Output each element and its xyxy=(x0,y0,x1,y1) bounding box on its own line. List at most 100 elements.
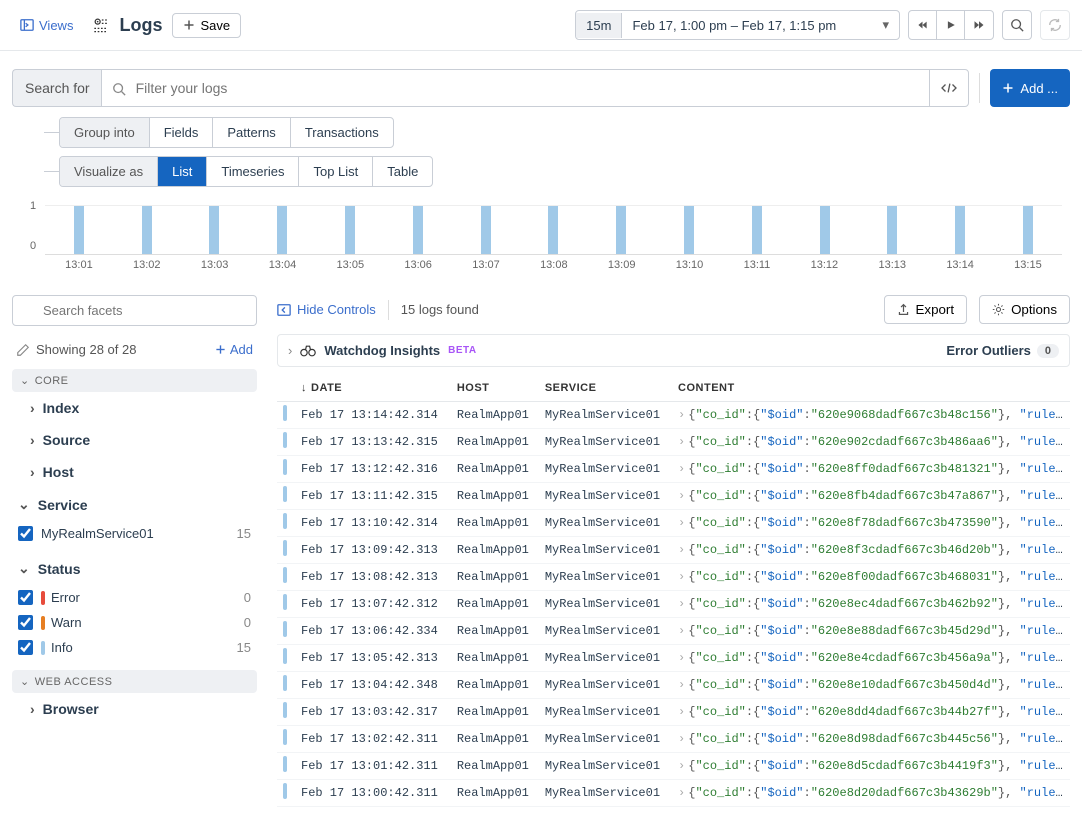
histogram-bar[interactable] xyxy=(209,206,219,254)
histogram-bar[interactable] xyxy=(752,206,762,254)
x-tick: 13:02 xyxy=(133,259,161,271)
histogram-bar[interactable] xyxy=(345,206,355,254)
cell-host: RealmApp01 xyxy=(451,483,539,510)
facet-status[interactable]: ⌄Status xyxy=(12,552,257,585)
table-row[interactable]: Feb 17 13:13:42.315 RealmApp01 MyRealmSe… xyxy=(277,429,1070,456)
histogram-bar[interactable] xyxy=(481,206,491,254)
section-webaccess[interactable]: ⌄ WEB ACCESS xyxy=(12,670,257,693)
service-checkbox[interactable] xyxy=(18,526,33,541)
histogram-bar[interactable] xyxy=(142,206,152,254)
facet-value-error[interactable]: Error 0 xyxy=(12,585,257,610)
cell-host: RealmApp01 xyxy=(451,699,539,726)
histogram-bar[interactable] xyxy=(820,206,830,254)
facet-value-service[interactable]: MyRealmService01 15 xyxy=(12,521,257,546)
views-button[interactable]: Views xyxy=(12,14,81,37)
cell-date: Feb 17 13:13:42.315 xyxy=(295,429,451,456)
cell-content: ›{"co_id":{"$oid":"620e8ec4dadf667c3b462… xyxy=(672,591,1070,618)
add-button[interactable]: Add ... xyxy=(990,69,1070,107)
histogram-bar[interactable] xyxy=(616,206,626,254)
x-tick: 13:05 xyxy=(337,259,365,271)
table-row[interactable]: Feb 17 13:06:42.334 RealmApp01 MyRealmSe… xyxy=(277,618,1070,645)
x-tick: 13:15 xyxy=(1014,259,1042,271)
time-play-button[interactable] xyxy=(937,11,965,39)
group-into-patterns[interactable]: Patterns xyxy=(213,118,290,147)
logs-found-label: 15 logs found xyxy=(401,302,479,317)
visualize-as-table[interactable]: Table xyxy=(373,157,432,186)
facet-host[interactable]: ›Host xyxy=(12,456,257,488)
x-tick: 13:10 xyxy=(676,259,704,271)
facet-value-info[interactable]: Info 15 xyxy=(12,635,257,660)
histogram-bar[interactable] xyxy=(413,206,423,254)
histogram-chart: 1 0 13:0113:0213:0313:0413:0513:0613:071… xyxy=(0,195,1082,275)
forward-icon xyxy=(973,19,985,31)
status-dot-warn xyxy=(41,616,45,630)
col-service[interactable]: SERVICE xyxy=(539,375,672,402)
code-mode-toggle[interactable] xyxy=(929,70,968,106)
table-row[interactable]: Feb 17 13:08:42.313 RealmApp01 MyRealmSe… xyxy=(277,564,1070,591)
add-facet-button[interactable]: Add xyxy=(215,342,253,357)
table-row[interactable]: Feb 17 13:14:42.314 RealmApp01 MyRealmSe… xyxy=(277,402,1070,429)
y-tick-1: 1 xyxy=(30,200,36,212)
search-input[interactable] xyxy=(136,70,930,106)
facet-search-input[interactable] xyxy=(12,295,257,326)
time-picker[interactable]: 15m Feb 17, 1:00 pm – Feb 17, 1:15 pm ▾ xyxy=(575,10,900,40)
status-error-checkbox[interactable] xyxy=(18,590,33,605)
histogram-bar[interactable] xyxy=(955,206,965,254)
visualize-as-list[interactable]: List xyxy=(158,157,207,186)
col-host[interactable]: HOST xyxy=(451,375,539,402)
time-prev-button[interactable] xyxy=(909,11,937,39)
facet-source[interactable]: ›Source xyxy=(12,424,257,456)
zoom-button[interactable] xyxy=(1002,10,1032,40)
options-button[interactable]: Options xyxy=(979,295,1070,324)
rewind-icon xyxy=(917,19,928,31)
plus-icon xyxy=(215,344,226,355)
facet-value-warn[interactable]: Warn 0 xyxy=(12,610,257,635)
insights-bar[interactable]: › Watchdog Insights BETA Error Outliers … xyxy=(277,334,1070,367)
search-for-label: Search for xyxy=(12,69,102,107)
group-into-transactions[interactable]: Transactions xyxy=(291,118,393,147)
col-content[interactable]: CONTENT xyxy=(672,375,1070,402)
cell-date: Feb 17 13:00:42.311 xyxy=(295,780,451,807)
time-next-button[interactable] xyxy=(965,11,993,39)
facet-service[interactable]: ⌄Service xyxy=(12,488,257,521)
table-row[interactable]: Feb 17 13:04:42.348 RealmApp01 MyRealmSe… xyxy=(277,672,1070,699)
status-info-checkbox[interactable] xyxy=(18,640,33,655)
histogram-bar[interactable] xyxy=(74,206,84,254)
save-button[interactable]: Save xyxy=(172,13,241,38)
histogram-bar[interactable] xyxy=(684,206,694,254)
table-row[interactable]: Feb 17 13:02:42.311 RealmApp01 MyRealmSe… xyxy=(277,726,1070,753)
chevron-right-icon: › xyxy=(30,464,35,480)
refresh-button[interactable] xyxy=(1040,10,1070,40)
table-row[interactable]: Feb 17 13:03:42.317 RealmApp01 MyRealmSe… xyxy=(277,699,1070,726)
visualize-as-row: Visualize as List Timeseries Top List Ta… xyxy=(44,156,1070,187)
histogram-bar[interactable] xyxy=(1023,206,1033,254)
hide-controls-button[interactable]: Hide Controls xyxy=(277,302,376,317)
col-date[interactable]: ↓DATE xyxy=(295,375,451,402)
status-marker xyxy=(283,675,287,691)
table-row[interactable]: Feb 17 13:12:42.316 RealmApp01 MyRealmSe… xyxy=(277,456,1070,483)
facet-index[interactable]: ›Index xyxy=(12,392,257,424)
table-row[interactable]: Feb 17 13:01:42.311 RealmApp01 MyRealmSe… xyxy=(277,753,1070,780)
export-button[interactable]: Export xyxy=(884,295,968,324)
cell-date: Feb 17 13:07:42.312 xyxy=(295,591,451,618)
table-row[interactable]: Feb 17 13:00:42.311 RealmApp01 MyRealmSe… xyxy=(277,780,1070,807)
histogram-bar[interactable] xyxy=(887,206,897,254)
table-row[interactable]: Feb 17 13:05:42.313 RealmApp01 MyRealmSe… xyxy=(277,645,1070,672)
histogram-bar[interactable] xyxy=(548,206,558,254)
cell-service: MyRealmService01 xyxy=(539,483,672,510)
section-core[interactable]: ⌄ CORE xyxy=(12,369,257,392)
visualize-as-timeseries[interactable]: Timeseries xyxy=(207,157,299,186)
cell-content: ›{"co_id":{"$oid":"620e8ff0dadf667c3b481… xyxy=(672,456,1070,483)
cell-host: RealmApp01 xyxy=(451,672,539,699)
table-row[interactable]: Feb 17 13:11:42.315 RealmApp01 MyRealmSe… xyxy=(277,483,1070,510)
table-row[interactable]: Feb 17 13:10:42.314 RealmApp01 MyRealmSe… xyxy=(277,510,1070,537)
gear-icon xyxy=(992,303,1005,316)
section-core-label: CORE xyxy=(35,375,69,387)
table-row[interactable]: Feb 17 13:09:42.313 RealmApp01 MyRealmSe… xyxy=(277,537,1070,564)
facet-browser[interactable]: ›Browser xyxy=(12,693,257,725)
group-into-fields[interactable]: Fields xyxy=(150,118,214,147)
histogram-bar[interactable] xyxy=(277,206,287,254)
table-row[interactable]: Feb 17 13:07:42.312 RealmApp01 MyRealmSe… xyxy=(277,591,1070,618)
status-warn-checkbox[interactable] xyxy=(18,615,33,630)
visualize-as-toplist[interactable]: Top List xyxy=(299,157,373,186)
